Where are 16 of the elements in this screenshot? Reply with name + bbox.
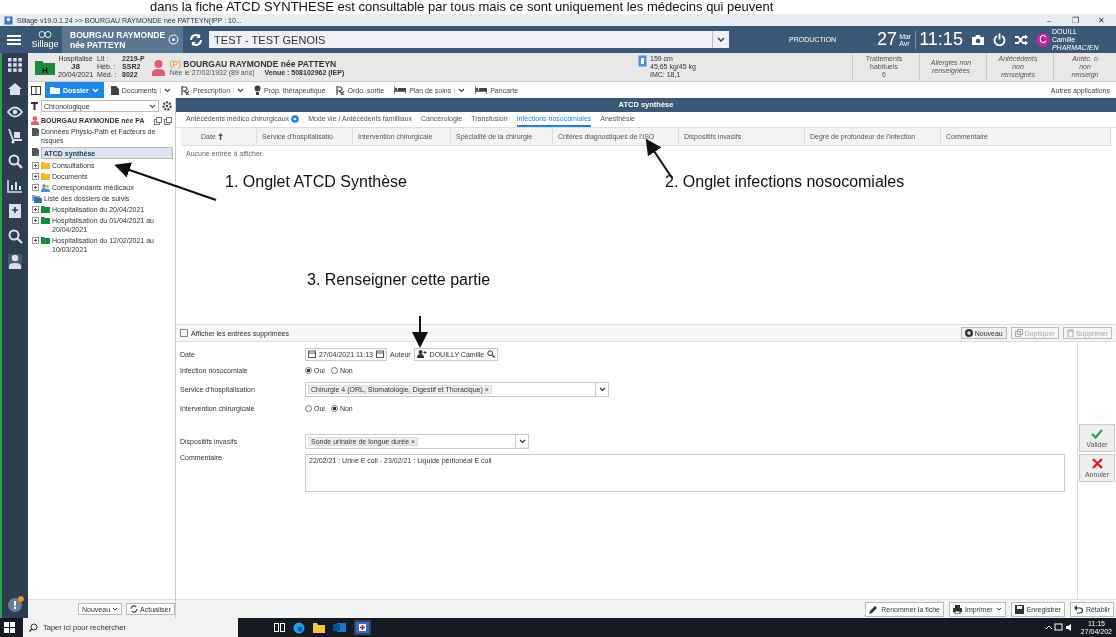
stay-day: J8 (58, 63, 94, 71)
annotation-text: 1. Onglet ATCD Synthèse (225, 173, 407, 191)
patient-chip[interactable]: BOURGAU RAYMONDE née PATTEYN (62, 26, 184, 53)
user-avatar[interactable]: C (1035, 32, 1050, 47)
window-control[interactable]: – (1038, 15, 1060, 25)
clock-time: 11:15 (919, 29, 963, 50)
patient-prefix: (P) (169, 58, 181, 69)
window-control[interactable]: ❐ (1064, 15, 1086, 25)
app-name: Sillage (31, 39, 59, 49)
context-select[interactable]: TEST - TEST GENOIS (209, 31, 730, 48)
caption-text: dans la fiche ATCD SYNTHESE est consultable par tous mais ce sont uniquement les médecins qui peuvent (149, 0, 775, 14)
window-control[interactable]: ✕ (1090, 15, 1112, 25)
folder-icon: H (34, 58, 56, 76)
date-day: 27 (877, 29, 898, 50)
annotation-text: 3. Renseigner cette partie (307, 271, 492, 289)
patient-name: BOURGAU RAYMONDE née PATTEYN (183, 58, 337, 69)
